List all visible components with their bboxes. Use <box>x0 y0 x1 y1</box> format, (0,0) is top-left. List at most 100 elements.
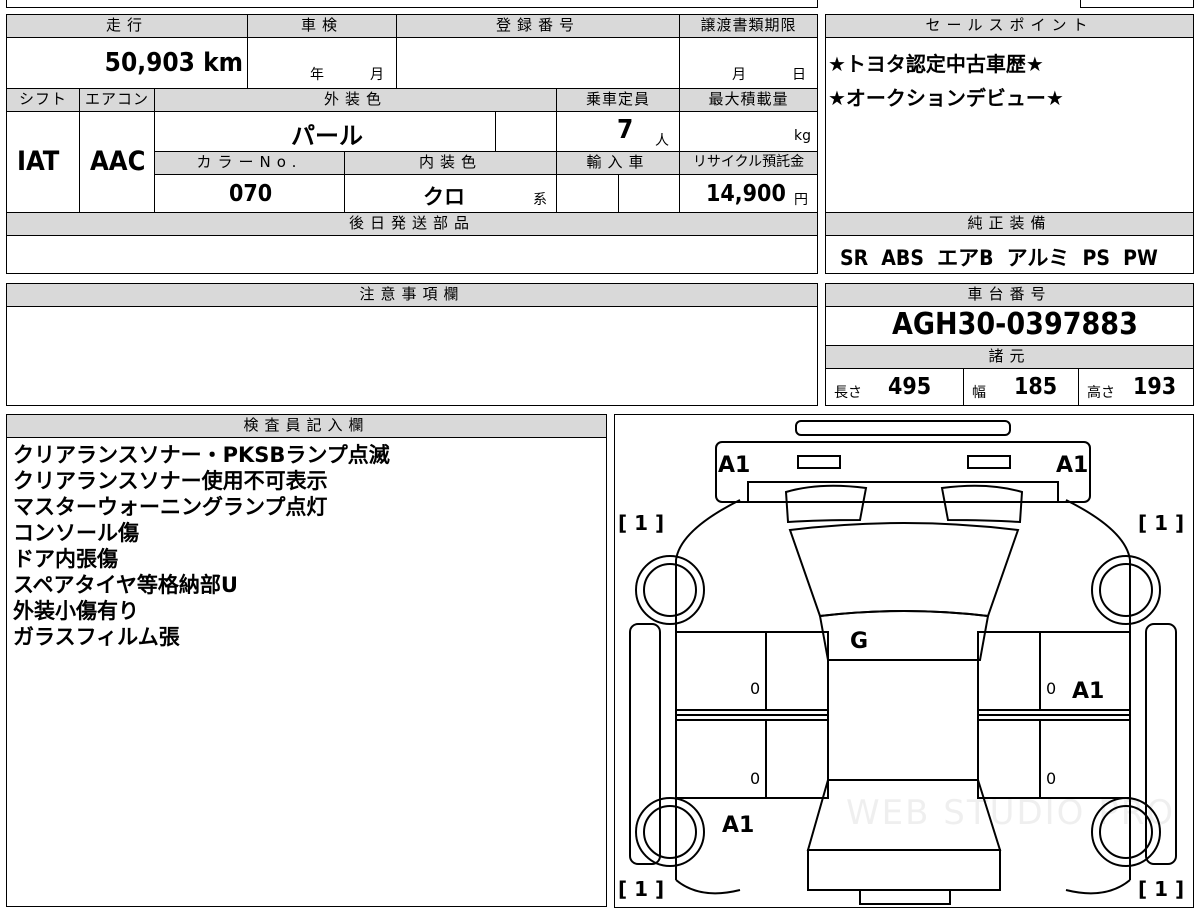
aircon-header: エアコン <box>79 88 155 112</box>
roof <box>826 658 979 781</box>
capacity-cell: 7 人 <box>556 111 680 152</box>
top-strip-right <box>1080 0 1194 8</box>
recycle-fee-unit: 円 <box>794 192 808 208</box>
inspection-cell: 年 月 <box>247 37 397 89</box>
mileage-value: 50,903 km <box>104 48 243 78</box>
shift-header: シフト <box>6 88 80 112</box>
width-cell: 幅 185 <box>963 368 1079 406</box>
import-cell-a <box>556 174 619 213</box>
inspector-notes-cell: クリアランスソナー・PKSBランプ点滅 クリアランスソナー使用不可表示 マスター… <box>6 437 607 907</box>
front-bumper <box>794 419 1011 436</box>
interior-color-value: クロ <box>423 185 465 209</box>
mark-right-front-door: 0 <box>1046 679 1056 698</box>
color-no-header: カラーNo. <box>154 151 345 175</box>
transfer-day-unit: 日 <box>792 67 806 83</box>
inspector-note: マスターウォーニングランプ点灯 <box>13 495 328 519</box>
notes-cell <box>6 306 818 406</box>
registration-header: 登録番号 <box>396 14 680 38</box>
front-right-wheel <box>1090 554 1161 625</box>
mileage-header: 走行 <box>6 14 248 38</box>
sales-point-1: ★トヨタ認定中古車歴★ <box>828 52 1044 76</box>
width-label: 幅 <box>972 385 986 401</box>
transfer-deadline-header: 譲渡書類期限 <box>679 14 818 38</box>
inspector-header: 検査員記入欄 <box>6 414 607 438</box>
genuine-equipment-header: 純正装備 <box>825 212 1194 236</box>
interior-color-header: 内装色 <box>344 151 557 175</box>
interior-color-cell: クロ 系 <box>344 174 557 213</box>
rear-left-wheel <box>634 796 705 867</box>
height-value: 193 <box>1133 374 1177 400</box>
chassis-no-value: AGH30-0397883 <box>892 307 1138 342</box>
later-parts-cell <box>6 235 818 274</box>
exterior-color-header: 外装色 <box>154 88 557 112</box>
registration-cell <box>396 37 680 89</box>
transfer-month-unit: 月 <box>732 67 746 83</box>
notes-header: 注意事項欄 <box>6 283 818 307</box>
left-headlight <box>796 454 841 469</box>
bracket-tl: [ 1 ] <box>618 511 664 535</box>
length-label: 長さ <box>834 385 862 401</box>
inspection-year-unit: 年 <box>310 67 324 83</box>
length-cell: 長さ 495 <box>825 368 964 406</box>
specs-header: 諸元 <box>825 345 1194 369</box>
import-cell-b <box>618 174 680 213</box>
inspector-note: クリアランスソナー使用不可表示 <box>13 469 328 493</box>
sales-point-2: ★オークションデビュー★ <box>828 86 1064 110</box>
max-load-unit: kg <box>794 128 811 144</box>
mark-front-left: A1 <box>718 453 750 478</box>
front-box <box>714 440 1091 503</box>
width-value: 185 <box>1014 374 1058 400</box>
import-header: 輸入車 <box>556 151 680 175</box>
top-strip <box>6 0 818 8</box>
interior-color-suffix: 系 <box>533 192 547 208</box>
color-no-cell: 070 <box>154 174 345 213</box>
genuine-equipment-value: SR ABS エアB アルミ PS PW <box>840 246 1158 270</box>
right-headlight <box>966 454 1011 469</box>
front-left-wheel <box>634 554 705 625</box>
shift-value: IAT <box>17 146 60 177</box>
right-front-door <box>976 630 1131 711</box>
bracket-tr: [ 1 ] <box>1138 511 1184 535</box>
height-cell: 高さ 193 <box>1078 368 1194 406</box>
inspector-note: 外装小傷有り <box>13 599 139 623</box>
inspection-header: 車検 <box>247 14 397 38</box>
genuine-equipment-cell: SR ABS エアB アルミ PS PW <box>825 235 1194 274</box>
car-diagram-panel: A1 A1 G A1 A1 0 0 0 0 [ 1 ] [ 1 ] [ 1 ] … <box>614 414 1194 908</box>
capacity-unit: 人 <box>655 133 669 149</box>
mark-windshield: G <box>850 629 868 654</box>
transfer-deadline-cell: 月 日 <box>679 37 818 89</box>
length-value: 495 <box>888 374 932 400</box>
chassis-no-header: 車台番号 <box>825 283 1194 307</box>
aircon-cell: AAC <box>79 111 155 213</box>
bracket-br: [ 1 ] <box>1138 877 1184 901</box>
later-parts-header: 後日発送部品 <box>6 212 818 236</box>
max-load-header: 最大積載量 <box>679 88 818 112</box>
inspector-note: コンソール傷 <box>13 521 139 545</box>
inspection-month-unit: 月 <box>370 67 384 83</box>
mark-right-rear-door: A1 <box>1072 679 1104 704</box>
car-diagram: A1 A1 G A1 A1 0 0 0 0 [ 1 ] [ 1 ] [ 1 ] … <box>618 419 1184 905</box>
chassis-no-cell: AGH30-0397883 <box>825 306 1194 346</box>
exterior-color-sub-cell <box>495 111 557 152</box>
height-label: 高さ <box>1087 385 1115 401</box>
recycle-fee-cell: 14,900 円 <box>679 174 818 213</box>
exterior-color-value: パール <box>291 122 363 150</box>
capacity-value: 7 <box>617 115 634 145</box>
mark-front-right: A1 <box>1056 453 1088 478</box>
inspector-note: クリアランスソナー・PKSBランプ点滅 <box>13 443 390 467</box>
sales-point-cell: ★トヨタ認定中古車歴★ ★オークションデビュー★ <box>825 37 1194 213</box>
watermark: WEB STUDIO PRO <box>846 793 1175 833</box>
left-front-door <box>674 630 829 711</box>
recycle-fee-header: リサイクル預託金 <box>679 151 818 175</box>
recycle-fee-value: 14,900 <box>706 181 786 207</box>
color-no-value: 070 <box>229 181 273 207</box>
windshield <box>788 521 1019 617</box>
capacity-header: 乗車定員 <box>556 88 680 112</box>
shift-cell: IAT <box>6 111 80 213</box>
mileage-cell: 50,903 km <box>6 37 248 89</box>
inspector-note: ガラスフィルム張 <box>13 625 180 649</box>
mark-left-front-door: 0 <box>750 679 760 698</box>
max-load-cell: kg <box>679 111 818 152</box>
bracket-bl: [ 1 ] <box>618 877 664 901</box>
mark-left-rear: A1 <box>722 813 754 838</box>
